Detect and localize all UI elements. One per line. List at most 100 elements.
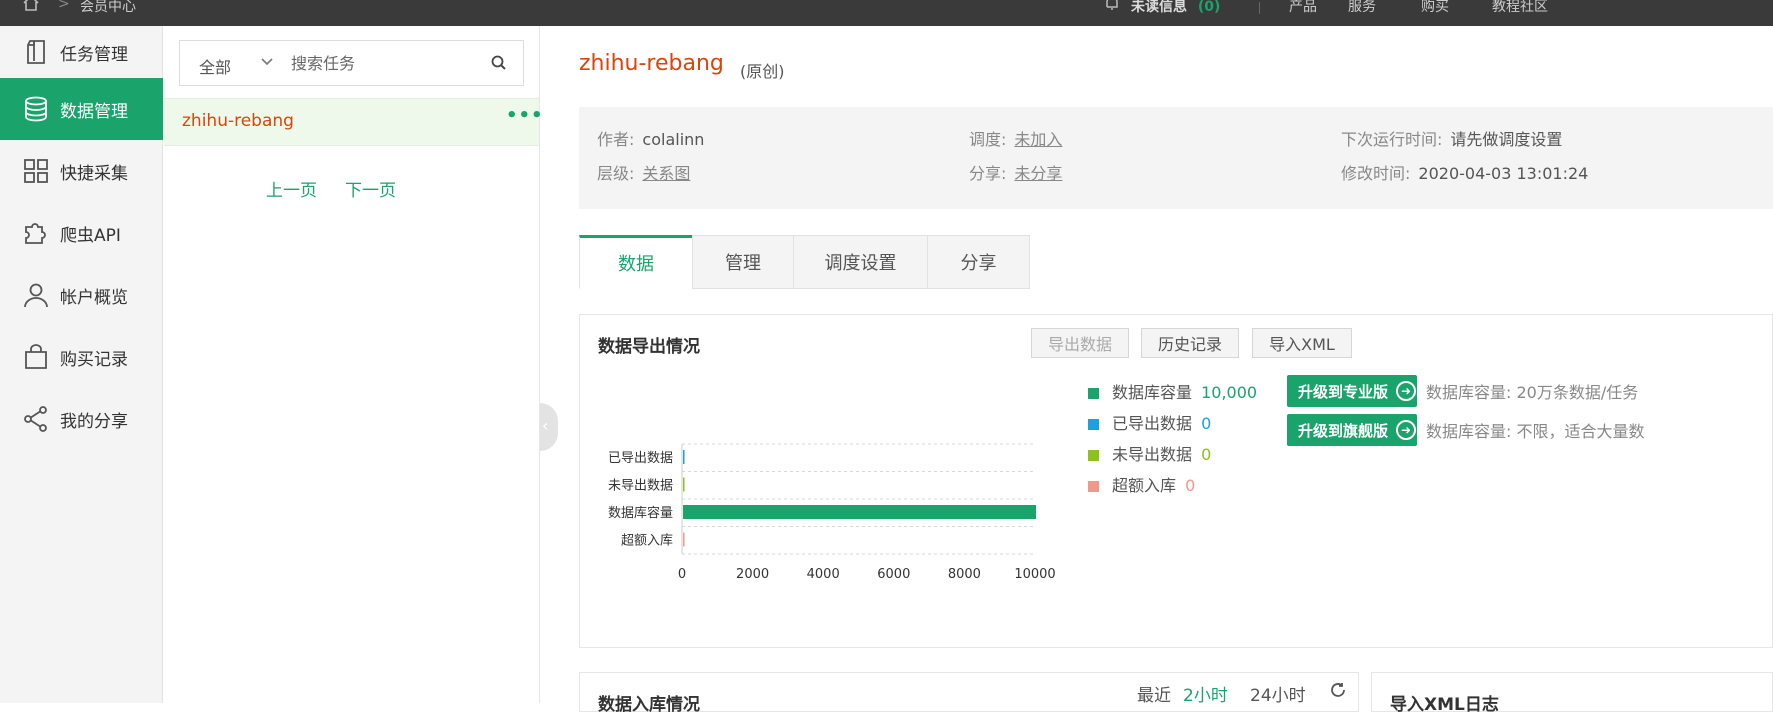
modified-value: 2020-04-03 13:01:24 (1418, 164, 1589, 183)
top-bar: > 会员中心 未读信息 (0) 产品 服务 购买 教程 社区 (0, 0, 1773, 26)
range-24h-option[interactable]: 24小时 (1250, 681, 1306, 706)
schedule-field: 调度: 未加入 (969, 126, 1062, 150)
sidebar-item-label: 我的分享 (60, 411, 128, 432)
arrow-right-icon: ➜ (1396, 381, 1417, 401)
bag-icon (21, 342, 51, 372)
legend-label: 未导出数据 (1112, 445, 1193, 464)
category-label: 已导出数据 (608, 451, 673, 466)
bell-icon[interactable] (1103, 0, 1121, 16)
prev-page-link[interactable]: 上一页 (266, 176, 317, 201)
bar (683, 450, 685, 464)
chevron-down-icon[interactable] (260, 55, 274, 69)
legend-label: 超额入库 (1112, 476, 1177, 495)
breadcrumb[interactable]: 会员中心 (80, 0, 136, 16)
sidebar-item-label: 任务管理 (60, 44, 128, 65)
breadcrumb-separator: > (58, 0, 70, 12)
legend-label: 已导出数据 (1112, 414, 1193, 433)
export-panel: 数据导出情况 导出数据 历史记录 导入XML 已导出数据 未导出数据 数据库容量 超额… (579, 314, 1773, 648)
export-bar-chart: 已导出数据未导出数据数据库容量超额入库 0 2000 4000 6000 8000 1000… (608, 443, 1056, 582)
document-icon (21, 37, 51, 67)
search-input[interactable] (291, 49, 481, 77)
next-run-value: 请先做调度设置 (1450, 130, 1563, 149)
search-box: 全部 (179, 40, 524, 86)
x-tick-label: 0 (678, 567, 686, 582)
import-xml-button[interactable]: 导入XML (1252, 328, 1352, 358)
upgrade-pro-desc: 数据库容量: 20万条数据/任务 (1426, 383, 1639, 402)
sidebar-item-crawler-api[interactable]: 爬虫API (0, 202, 163, 264)
page-title: zhihu-rebang (579, 51, 724, 76)
tab-manage[interactable]: 管理 (692, 235, 794, 289)
nav-link-products[interactable]: 产品 (1289, 0, 1317, 16)
sidebar-item-data-management[interactable]: 数据管理 (0, 78, 163, 140)
sidebar-item-quick-collect[interactable]: 快捷采集 (0, 140, 163, 202)
recent-label: 最近 (1137, 686, 1171, 706)
x-tick-label: 2000 (736, 567, 769, 582)
sidebar-item-purchase-history[interactable]: 购买记录 (0, 326, 163, 388)
tab-data[interactable]: 数据 (579, 235, 693, 289)
x-tick-label: 4000 (807, 567, 840, 582)
tab-share[interactable]: 分享 (927, 235, 1030, 289)
level-field: 层级: 关系图 (597, 160, 690, 184)
legend-item-capacity: 数据库容量 10,000 (1088, 379, 1258, 402)
schedule-link[interactable]: 未加入 (1014, 130, 1062, 149)
sidebar-item-task-management[interactable]: 任务管理 (0, 21, 163, 83)
sidebar-item-label: 快捷采集 (60, 163, 128, 184)
nav-link-purchase[interactable]: 购买 (1421, 0, 1449, 16)
legend-item-unexported: 未导出数据 0 (1088, 441, 1212, 464)
next-run-label: 下次运行时间: (1341, 130, 1443, 149)
ingest-panel: 数据入库情况 最近 2小时 24小时 (579, 672, 1359, 715)
upgrade-pro-button[interactable]: 升级到专业版 ➜ (1287, 375, 1417, 407)
home-icon[interactable] (22, 0, 40, 16)
legend-value: 0 (1185, 476, 1196, 495)
upgrade-flagship-button[interactable]: 升级到旗舰版 ➜ (1287, 414, 1417, 446)
divider (1259, 2, 1260, 14)
author-field: 作者: colalinn (597, 126, 704, 150)
level-link[interactable]: 关系图 (642, 164, 690, 183)
legend-swatch (1088, 388, 1099, 399)
next-run-field: 下次运行时间: 请先做调度设置 (1341, 126, 1562, 150)
filter-select[interactable]: 全部 (199, 54, 231, 78)
level-label: 层级: (597, 164, 635, 183)
category-label: 未导出数据 (608, 479, 673, 494)
x-tick-label: 8000 (948, 567, 981, 582)
legend-label: 数据库容量 (1112, 383, 1193, 402)
legend-value: 10,000 (1201, 383, 1258, 402)
export-panel-title: 数据导出情况 (598, 337, 700, 357)
task-list-panel: 全部 zhihu-rebang ••• 上一页 下一页 (164, 26, 543, 703)
legend-item-exported: 已导出数据 0 (1088, 410, 1212, 433)
x-tick-label: 10000 (1014, 567, 1055, 582)
task-info-box: 作者: colalinn 调度: 未加入 下次运行时间: 请先做调度设置 层级: 关系图… (579, 107, 1773, 209)
search-icon[interactable] (490, 54, 508, 72)
task-row[interactable]: zhihu-rebang ••• (164, 98, 543, 146)
nav-link-community[interactable]: 社区 (1520, 0, 1548, 16)
author-label: 作者: (597, 130, 635, 149)
upgrade-pro-label: 升级到专业版 (1298, 382, 1389, 401)
sidebar-item-my-shares[interactable]: 我的分享 (0, 388, 163, 450)
task-name[interactable]: zhihu-rebang (182, 111, 294, 131)
sidebar: 任务管理 数据管理 快捷采集 爬虫API 帐户概览 购买记录 我的分享 (0, 26, 163, 703)
sidebar-item-account-overview[interactable]: 帐户概览 (0, 264, 163, 326)
bar (683, 532, 685, 547)
share-label: 分享: (969, 164, 1007, 183)
nav-link-services[interactable]: 服务 (1348, 0, 1376, 16)
puzzle-icon (21, 218, 51, 248)
sidebar-item-label: 帐户概览 (60, 287, 128, 308)
bar (683, 477, 685, 492)
legend-value: 0 (1201, 414, 1212, 433)
schedule-label: 调度: (969, 130, 1007, 149)
range-2h-option[interactable]: 2小时 (1183, 681, 1228, 706)
refresh-icon[interactable] (1329, 681, 1347, 704)
tab-schedule-settings[interactable]: 调度设置 (793, 235, 928, 289)
nav-link-tutorials[interactable]: 教程 (1492, 0, 1520, 16)
author-value: colalinn (642, 130, 705, 149)
unread-messages-link[interactable]: 未读信息 (0) (1131, 0, 1220, 16)
history-button[interactable]: 历史记录 (1141, 328, 1239, 358)
more-options-icon[interactable]: ••• (506, 105, 544, 126)
share-link[interactable]: 未分享 (1014, 164, 1062, 183)
export-data-button[interactable]: 导出数据 (1031, 328, 1129, 358)
next-page-link[interactable]: 下一页 (345, 176, 396, 201)
main-content: zhihu-rebang (原创) 作者: colalinn 调度: 未加入 下次运… (541, 26, 1773, 715)
legend-value: 0 (1201, 445, 1212, 464)
sidebar-item-label: 购买记录 (60, 349, 128, 370)
modified-label: 修改时间: (1341, 164, 1411, 183)
